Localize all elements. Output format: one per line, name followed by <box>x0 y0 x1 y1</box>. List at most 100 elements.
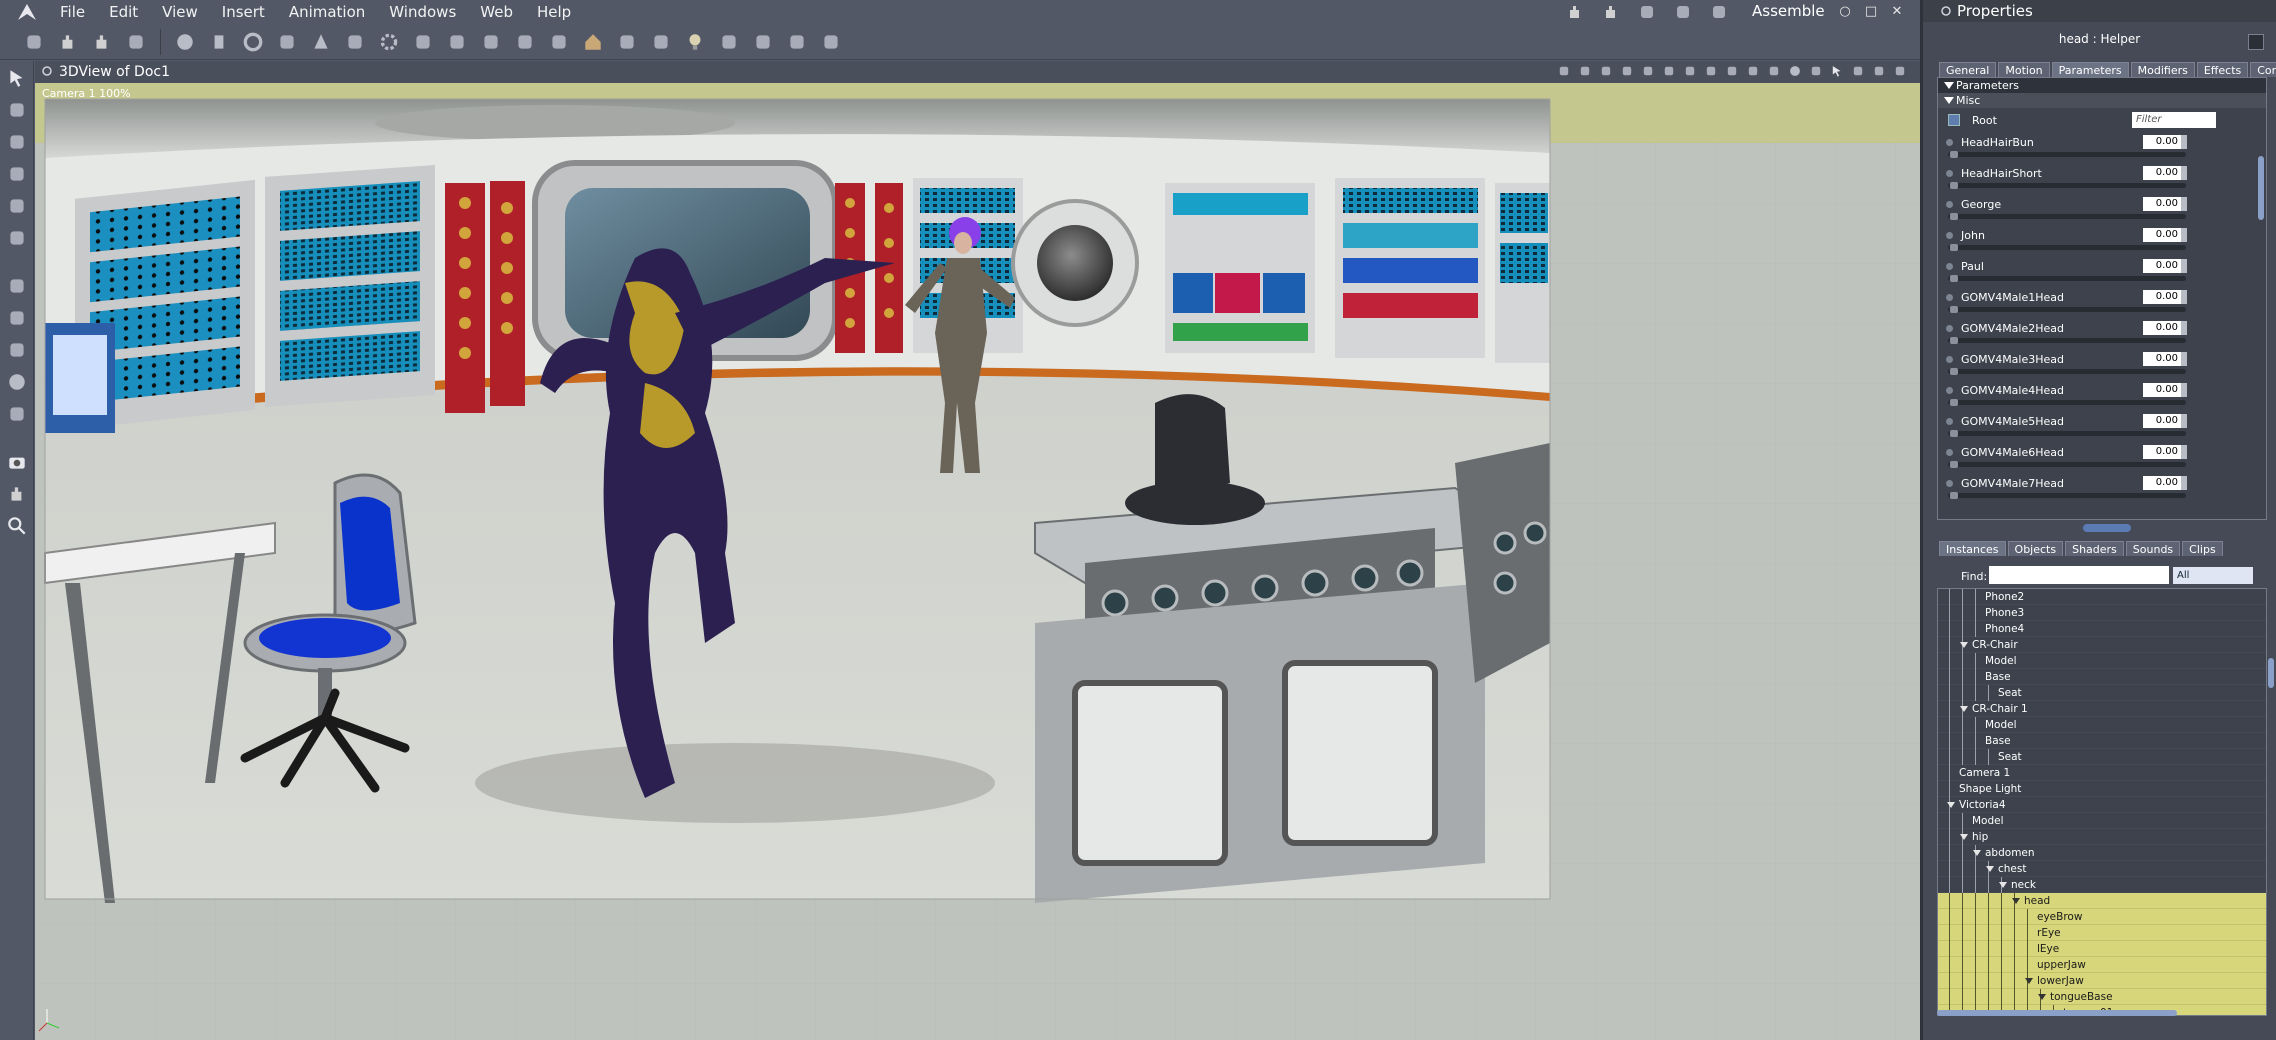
param-key-icon[interactable] <box>1946 449 1953 456</box>
menu-insert[interactable]: Insert <box>210 0 277 24</box>
tab-motion[interactable]: Motion <box>1998 62 2050 77</box>
ruler-icon[interactable] <box>1704 1 1734 23</box>
param-value-field[interactable]: 0.00 <box>2143 476 2181 490</box>
tree-item[interactable]: rEye <box>1938 925 2266 941</box>
render-brush-icon[interactable] <box>20 28 48 56</box>
restore-icon[interactable]: ○ <box>1836 3 1854 21</box>
viewport-3d[interactable]: 3DView of Doc1 Camera 1 100% <box>35 61 1920 1040</box>
menu-help[interactable]: Help <box>525 0 583 24</box>
sphere-view-icon[interactable] <box>2 367 32 397</box>
translate-icon[interactable] <box>2 303 32 333</box>
expand-triangle-icon[interactable] <box>1960 642 1968 648</box>
expand-triangle-icon[interactable] <box>1999 882 2007 888</box>
menu-windows[interactable]: Windows <box>377 0 468 24</box>
tree-item[interactable]: Base <box>1938 669 2266 685</box>
tree-vscrollbar[interactable] <box>2268 658 2274 688</box>
param-slider[interactable] <box>1948 369 2186 374</box>
expand-triangle-icon[interactable] <box>1973 850 1981 856</box>
wrench-icon[interactable] <box>817 28 845 56</box>
ball-icon[interactable] <box>1871 63 1887 79</box>
arrow-icon[interactable] <box>1829 63 1845 79</box>
text-tool-icon[interactable] <box>341 28 369 56</box>
tree-item[interactable]: CR-Chair <box>1938 637 2266 653</box>
disc-icon[interactable] <box>477 28 505 56</box>
sphere-icon[interactable] <box>171 28 199 56</box>
light-icon[interactable] <box>1808 63 1824 79</box>
camera-icon[interactable] <box>2 447 32 477</box>
scene-render[interactable]: Camera 1 100% <box>35 83 1920 1040</box>
param-key-icon[interactable] <box>1946 480 1953 487</box>
spotlight-icon[interactable] <box>715 28 743 56</box>
panel-splitter[interactable] <box>2083 524 2131 532</box>
tree-item[interactable]: Phone2 <box>1938 589 2266 605</box>
tree-item[interactable]: Victoria4 <box>1938 797 2266 813</box>
tab-general[interactable]: General <box>1939 62 1997 77</box>
param-slider-handle[interactable] <box>1950 492 1958 499</box>
wire-icon[interactable] <box>1598 63 1614 79</box>
tree-item[interactable]: Seat <box>1938 749 2266 765</box>
param-spinner[interactable] <box>2181 352 2187 366</box>
layout-split-icon[interactable] <box>1661 63 1677 79</box>
param-slider[interactable] <box>1948 245 2186 250</box>
param-value-field[interactable]: 0.00 <box>2143 197 2181 211</box>
maximize-icon[interactable]: □ <box>1862 3 1880 21</box>
paint-icon[interactable] <box>2 223 32 253</box>
pencil-icon[interactable] <box>1632 1 1662 23</box>
section-misc[interactable]: Misc <box>1938 93 2266 108</box>
tree-item[interactable]: Base <box>1938 733 2266 749</box>
tab-objects[interactable]: Objects <box>2007 541 2064 556</box>
param-slider-handle[interactable] <box>1950 306 1958 313</box>
link-icon[interactable] <box>1556 63 1572 79</box>
root-icon[interactable] <box>1948 114 1960 126</box>
cylinder-icon[interactable] <box>205 28 233 56</box>
tree-item[interactable]: Phone4 <box>1938 621 2266 637</box>
gear-primitive-icon[interactable] <box>375 28 403 56</box>
tree-item[interactable]: upperJaw <box>1938 957 2266 973</box>
param-key-icon[interactable] <box>1946 232 1953 239</box>
param-slider[interactable] <box>1948 307 2186 312</box>
tab-clips[interactable]: Clips <box>2182 541 2223 556</box>
rotate-view-icon[interactable] <box>2 335 32 365</box>
param-slider-handle[interactable] <box>1950 337 1958 344</box>
param-value-field[interactable]: 0.00 <box>2143 259 2181 273</box>
tree-item[interactable]: abdomen <box>1938 845 2266 861</box>
properties-collapse-icon[interactable] <box>1941 6 1951 16</box>
layout-3-icon[interactable] <box>1682 63 1698 79</box>
object-menu-button[interactable] <box>2248 34 2264 50</box>
cube-hidden-icon[interactable] <box>1745 63 1761 79</box>
hand-open-icon[interactable] <box>88 28 116 56</box>
layout-4-icon[interactable] <box>1703 63 1719 79</box>
param-slider[interactable] <box>1948 462 2186 467</box>
hand-icon[interactable] <box>1560 1 1590 23</box>
param-value-field[interactable]: 0.00 <box>2143 321 2181 335</box>
move-icon[interactable] <box>2 271 32 301</box>
pen-icon[interactable] <box>1668 1 1698 23</box>
tab-instances[interactable]: Instances <box>1939 541 2006 556</box>
menu-animation[interactable]: Animation <box>277 0 377 24</box>
bowl-icon[interactable] <box>613 28 641 56</box>
param-slider[interactable] <box>1948 152 2186 157</box>
filter-dropdown[interactable]: All <box>2173 567 2253 584</box>
room-label[interactable]: Assemble <box>1752 0 1825 24</box>
tree-hscrollbar[interactable] <box>1937 1010 2177 1016</box>
param-slider-handle[interactable] <box>1950 275 1958 282</box>
ring-icon[interactable] <box>783 28 811 56</box>
param-spinner[interactable] <box>2181 321 2187 335</box>
tree-item[interactable]: Model <box>1938 813 2266 829</box>
tree-item[interactable]: head <box>1938 893 2266 909</box>
filter-input[interactable]: Filter <box>2132 112 2216 128</box>
tree-item[interactable]: eyeBrow <box>1938 909 2266 925</box>
globe-icon[interactable] <box>1892 63 1908 79</box>
section-parameters[interactable]: Parameters <box>1938 78 2266 93</box>
bend-icon[interactable] <box>2 191 32 221</box>
expand-triangle-icon[interactable] <box>1960 834 1968 840</box>
param-value-field[interactable]: 0.00 <box>2143 135 2181 149</box>
figure-icon[interactable] <box>273 28 301 56</box>
param-slider-handle[interactable] <box>1950 213 1958 220</box>
close-view-icon[interactable] <box>1619 63 1635 79</box>
tree-item[interactable]: lEye <box>1938 941 2266 957</box>
param-slider[interactable] <box>1948 338 2186 343</box>
param-slider[interactable] <box>1948 183 2186 188</box>
param-slider[interactable] <box>1948 431 2186 436</box>
viewport-collapse-icon[interactable] <box>42 66 52 76</box>
